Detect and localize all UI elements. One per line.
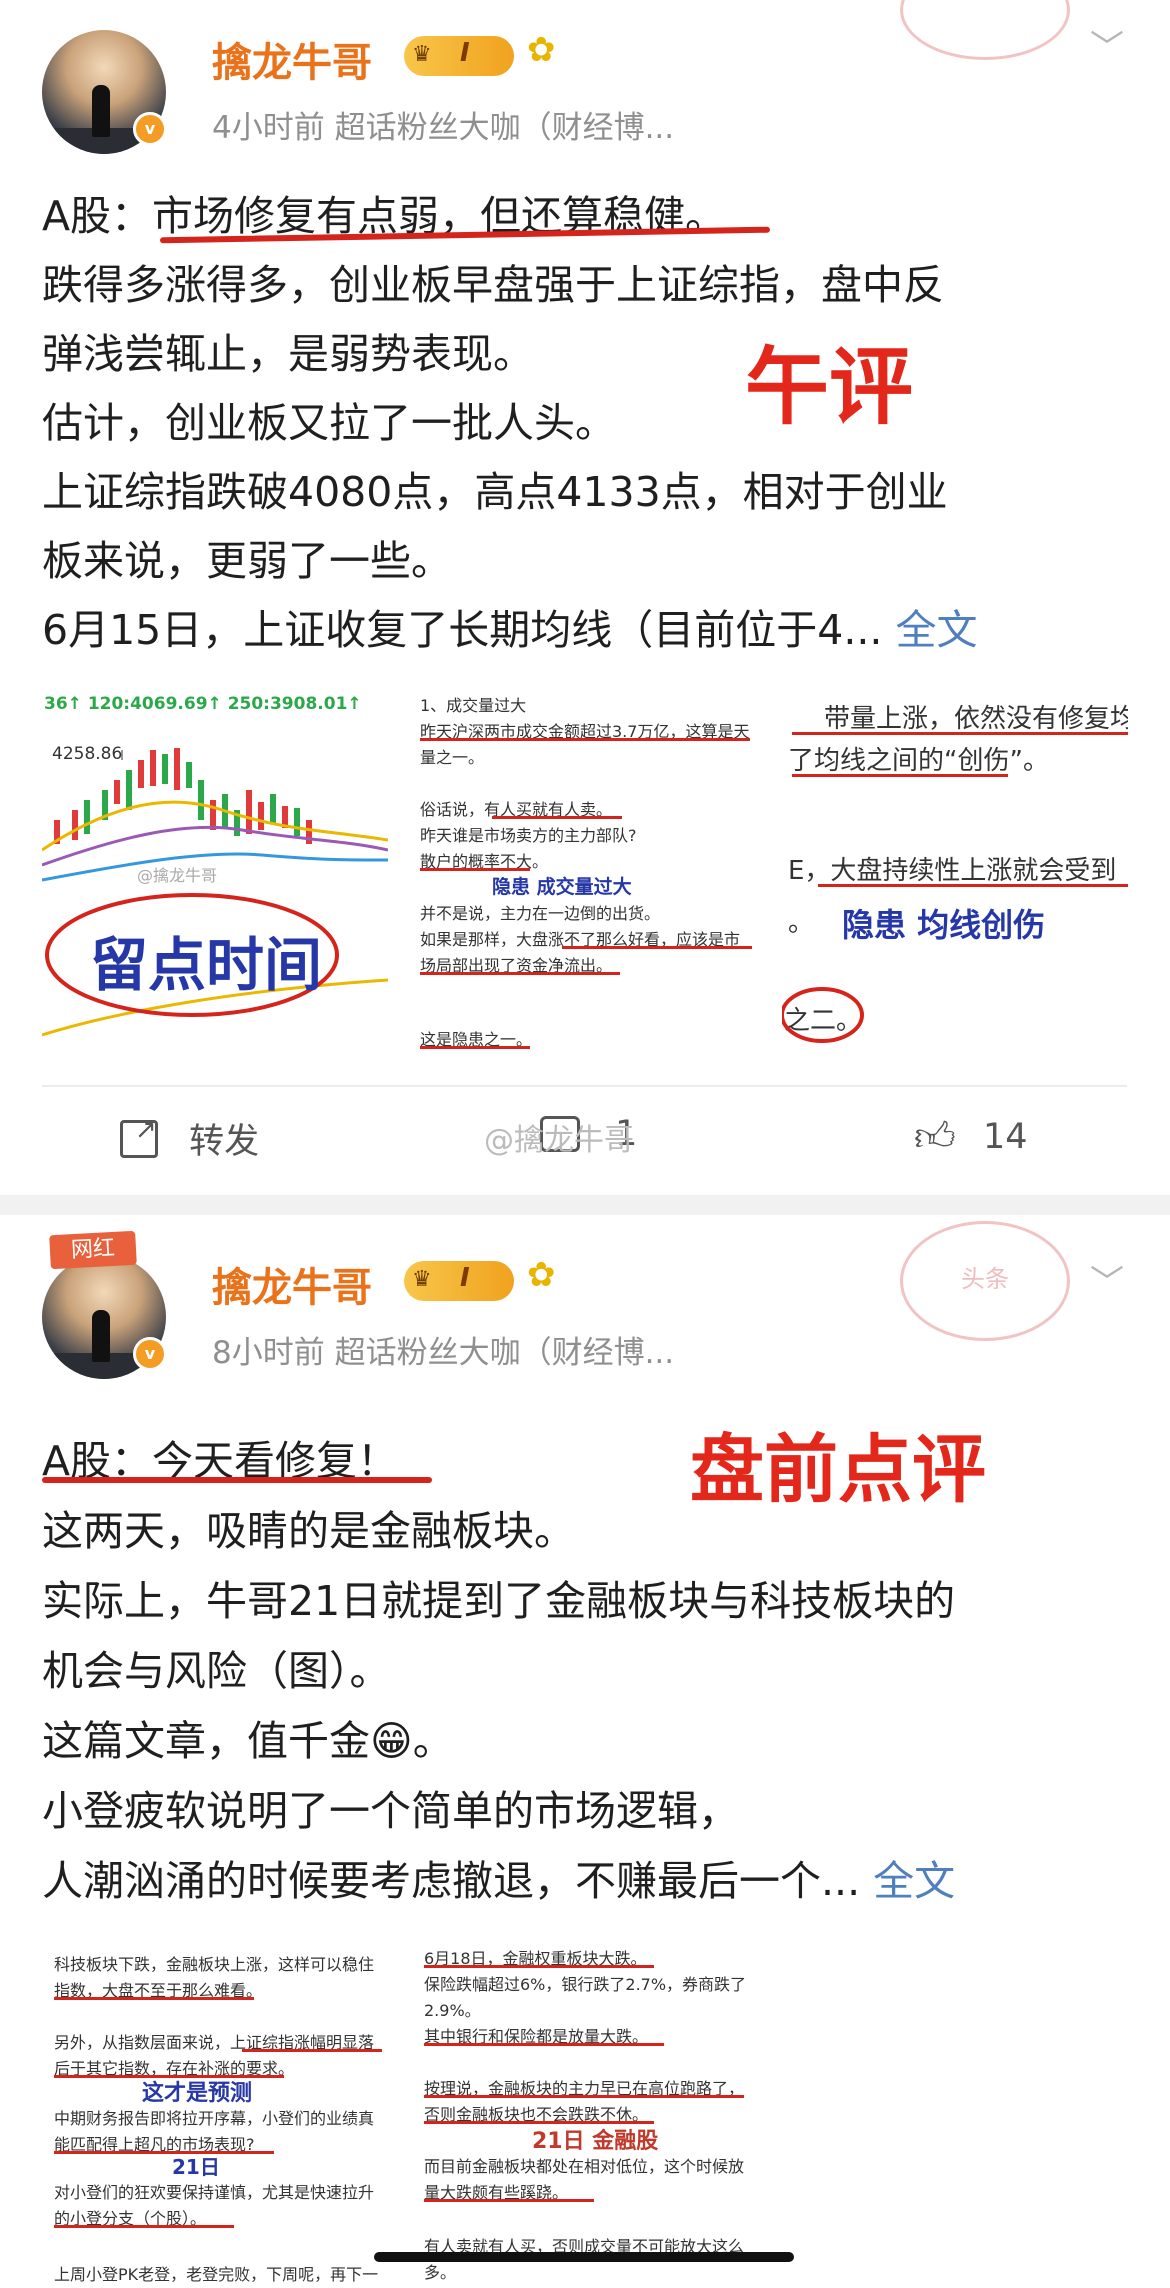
post-text-line: 6月15日，上证收复了长期均线（目前位于4... 全文 — [42, 596, 977, 656]
weibo-post-2: 网红 v 擒龙牛哥 ♛ I ✿ 8小时前 超话粉丝大咖（财经博... 头条 ﹀ … — [0, 1215, 1170, 2288]
post-text-line: 机会与风险（图）。 — [42, 1647, 391, 1695]
image-highlight: 21日 金融股 — [532, 2129, 659, 2154]
post-text-line: 小登疲软说明了一个简单的市场逻辑， — [42, 1787, 739, 1835]
red-underline — [54, 2151, 274, 2154]
post-meta: 8小时前 超话粉丝大咖（财经博... — [212, 1335, 675, 1371]
wanghong-tag: 网红 — [49, 1230, 137, 1270]
red-underline — [424, 2199, 594, 2202]
level-label: I — [460, 1263, 470, 1293]
red-underline — [420, 868, 530, 871]
repost-button[interactable]: ↗ 转发 — [120, 1113, 259, 1164]
chevron-down-icon[interactable]: ﹀ — [1090, 1255, 1124, 1304]
red-underline — [54, 2225, 234, 2228]
red-underline — [424, 2095, 744, 2098]
image-text-line: 上周小登PK老登，老登完败，下周呢，再下一 — [54, 2265, 379, 2284]
action-divider — [42, 1085, 1127, 1087]
image-text-line: 而目前金融板块都处在相对低位，这个时候放 — [424, 2157, 745, 2176]
feed-separator — [0, 1195, 1170, 1215]
red-underline — [420, 1046, 530, 1049]
image-text-line: 对小登们的狂欢要保持谨慎，尤其是快速拉升 — [54, 2183, 375, 2202]
post-image-1[interactable]: 科技板块下跌，金融板块上涨，这样可以稳住 指数，大盘不至于那么难看。 另外，从指… — [42, 1935, 388, 2288]
red-underline — [492, 816, 622, 819]
post-text-line: 这篇文章，值千金😁。 — [42, 1717, 454, 1765]
post-text-line: 板来说，更弱了一些。 — [42, 537, 452, 585]
post-text-line: 跌得多涨得多，创业板早盘强于上证综指，盘中反 — [42, 261, 944, 309]
image-text-line: 2.9%。 — [424, 2001, 481, 2020]
image-text-line: 昨天谁是市场卖方的主力部队? — [420, 826, 637, 845]
red-circle-mark — [782, 987, 864, 1043]
red-underline — [242, 2049, 382, 2052]
image-highlight: 隐患 成交量过大 — [492, 876, 632, 898]
verified-v-icon: v — [133, 1337, 167, 1371]
chevron-down-icon[interactable]: ﹀ — [1090, 20, 1124, 69]
post-meta: 4小时前 超话粉丝大咖（财经博... — [212, 110, 675, 146]
image-text-line: 多。 — [424, 2263, 457, 2282]
post-text-line: 上证综指跌破4080点，高点4133点，相对于创业 — [42, 468, 948, 516]
post-text-line: 实际上，牛哥21日就提到了金融板块与科技板块的 — [42, 1577, 956, 1625]
post-image-2[interactable]: 6月18日，金融权重板块大跌。 保险跌幅超过6%，银行跌了2.7%，券商跌了 2… — [412, 1935, 758, 2288]
post-image-2[interactable]: 1、成交量过大 昨天沪深两市成交金额超过3.7万亿，这算是天 量之一。 俗话说，… — [412, 690, 758, 1060]
handwritten-mark: 午评 — [745, 338, 914, 436]
fan-level-badge[interactable]: ♛ I — [404, 1261, 514, 1301]
level-label: I — [460, 38, 470, 68]
image-highlight: 这才是预测 — [142, 2081, 253, 2106]
red-underline — [54, 1997, 254, 2000]
toutiao-stamp: 头条 — [900, 1221, 1070, 1341]
post-image-3[interactable]: 带量上涨，依然没有修复均 了均线之间的“创伤”。 E，大盘持续性上涨就会受到 。… — [782, 690, 1128, 1060]
author-name[interactable]: 擒龙牛哥 — [212, 30, 372, 88]
red-underline — [424, 1965, 654, 1968]
weibo-watermark: @擒龙牛哥 — [484, 1123, 634, 1158]
red-underline — [420, 972, 620, 975]
read-full-link[interactable]: 全文 — [895, 606, 977, 654]
sunflower-icon: ✿ — [527, 30, 556, 70]
handwritten-mark: 盘前点评 — [690, 1427, 986, 1513]
image-highlight: 21日 — [172, 2155, 220, 2179]
crown-icon: ♛ — [412, 42, 432, 67]
image-text-line: 保险跌幅超过6%，银行跌了2.7%，券商跌了 — [424, 1975, 747, 1994]
stamp-watermark-icon — [900, 0, 1070, 60]
sunflower-icon: ✿ — [527, 1255, 556, 1295]
read-full-link[interactable]: 全文 — [873, 1857, 955, 1905]
red-underline — [562, 946, 752, 949]
thumbs-up-icon: 👍︎ — [914, 1114, 956, 1160]
post-text-line: 人潮汹涌的时候要考虑撤退，不赚最后一个... 全文 — [42, 1847, 955, 1907]
image-text-line: 中期财务报告即将拉开序幕，小登们的业绩真 — [54, 2109, 375, 2128]
weibo-post-1: v 擒龙牛哥 ♛ I ✿ 4小时前 超话粉丝大咖（财经博... ﹀ A股：市场修… — [0, 0, 1170, 1195]
post-text-line: 估计，创业板又拉了一批人头。 — [42, 399, 616, 447]
image-text-line: 并不是说，主力在一边倒的出货。 — [420, 904, 661, 923]
author-name[interactable]: 擒龙牛哥 — [212, 1255, 372, 1313]
post-image-row: 科技板块下跌，金融板块上涨，这样可以稳住 指数，大盘不至于那么难看。 另外，从指… — [42, 1935, 1127, 2288]
repost-label: 转发 — [189, 1122, 260, 1162]
like-count: 14 — [982, 1117, 1028, 1157]
red-underline — [424, 2043, 664, 2046]
verified-v-icon: v — [133, 112, 167, 146]
post-image-1[interactable]: 36↑ 120:4069.69↑ 250:3908.01↑ 4258.86 @擒… — [42, 690, 388, 1060]
home-indicator[interactable] — [374, 2252, 794, 2262]
post-text-truncated: 6月15日，上证收复了长期均线（目前位于4... — [42, 606, 896, 654]
post-text-truncated: 人潮汹涌的时候要考虑撤退，不赚最后一个... — [42, 1857, 874, 1905]
image-text-line: 1、成交量过大 — [420, 696, 527, 715]
image-text-line: 量之一。 — [420, 748, 485, 767]
image-watermark: @擒龙牛哥 — [137, 866, 218, 885]
image-text-line: 科技板块下跌，金融板块上涨，这样可以稳住 — [54, 1955, 375, 1974]
fan-level-badge[interactable]: ♛ I — [404, 36, 514, 76]
red-underline — [420, 738, 750, 741]
crown-icon: ♛ — [412, 1267, 432, 1292]
repost-icon: ↗ — [120, 1115, 158, 1158]
like-button[interactable]: 👍︎ 14 — [914, 1113, 1028, 1161]
image-caption: 留点时间 — [90, 931, 323, 999]
post-text-line: 这两天，吸睛的是金融板块。 — [42, 1507, 575, 1555]
post-image-row: 36↑ 120:4069.69↑ 250:3908.01↑ 4258.86 @擒… — [42, 690, 1128, 1060]
red-underline — [42, 1477, 432, 1483]
post-text-line: 弹浅尝辄止，是弱势表现。 — [42, 330, 534, 378]
